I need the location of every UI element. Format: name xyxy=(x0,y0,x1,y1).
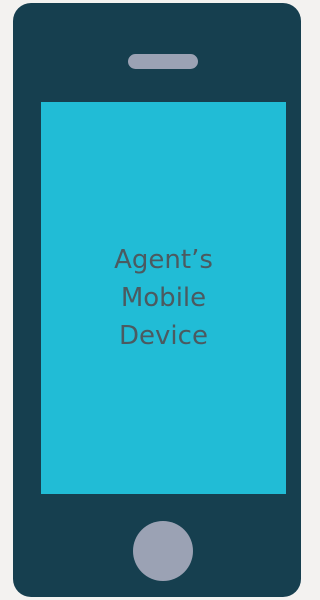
device-screen: Agent’s Mobile Device xyxy=(41,102,286,494)
home-button xyxy=(133,521,193,581)
screen-label: Agent’s Mobile Device xyxy=(114,245,213,351)
mobile-device: Agent’s Mobile Device xyxy=(13,3,301,597)
speaker-slot xyxy=(128,54,198,69)
